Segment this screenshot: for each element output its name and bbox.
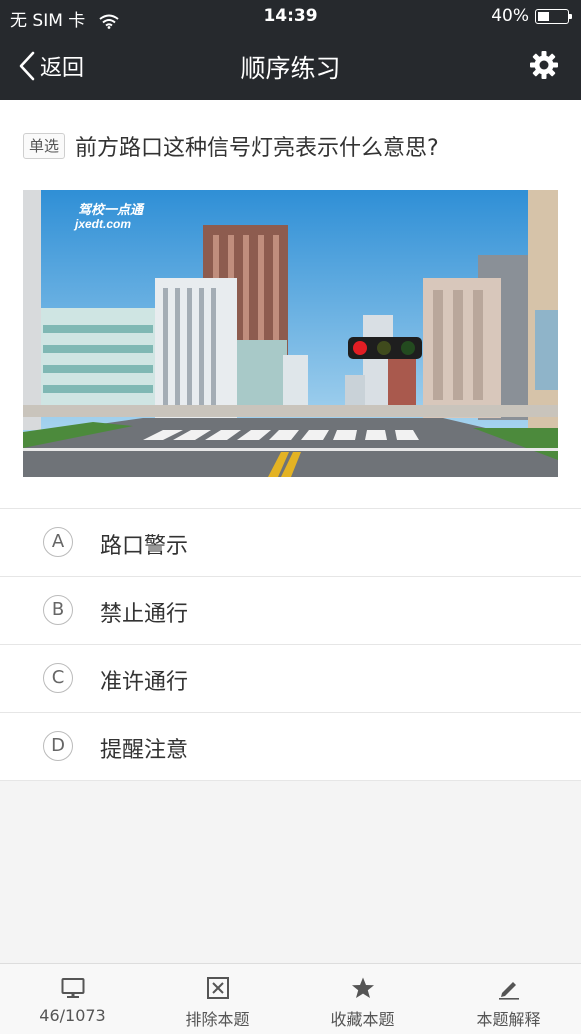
option-text: 提醒注意 (100, 738, 189, 763)
progress-label: 46/1073 (39, 1006, 106, 1025)
battery-fill (538, 11, 549, 21)
option-text: 路口警示 (100, 534, 189, 559)
favorite-label: 收藏本题 (330, 1010, 395, 1029)
nav-bar: 返回 顺序练习 (0, 32, 581, 100)
option-letter: A (43, 527, 73, 557)
option-text: 准许通行 (100, 670, 189, 695)
progress-button[interactable]: 46/1073 (0, 964, 145, 1034)
question-type-tag: 单选 (23, 133, 66, 159)
option-letter: B (43, 595, 73, 625)
question-image: 驾校一点通 jxedt.com (23, 190, 558, 477)
battery-icon (535, 8, 572, 24)
option-b[interactable]: B 禁止通行 (0, 576, 581, 644)
explanation-button[interactable]: 本题解释 (436, 964, 581, 1034)
option-letter: D (43, 731, 73, 761)
option-d[interactable]: D 提醒注意 (0, 712, 581, 781)
monitor-icon (61, 978, 84, 998)
close-box-icon (206, 977, 229, 999)
question-header: 单选 前方路口这种信号灯亮表示什么意思? (23, 130, 561, 162)
question-card: 单选 前方路口这种信号灯亮表示什么意思? 驾校一点通 jxedt.com A 路… (0, 100, 581, 781)
option-a[interactable]: A 路口警示 (0, 508, 581, 576)
star-icon (351, 977, 374, 998)
option-letter: C (43, 663, 73, 693)
watermark-cn: 驾校一点通 (78, 202, 145, 217)
option-text: 禁止通行 (100, 602, 189, 627)
gear-icon[interactable] (529, 50, 559, 80)
pencil-icon (498, 982, 519, 1000)
page-title: 顺序练习 (240, 54, 341, 83)
question-text: 前方路口这种信号灯亮表示什么意思? (75, 136, 439, 161)
watermark-en: jxedt.com (73, 217, 131, 231)
explanation-label: 本题解释 (476, 1010, 541, 1029)
option-c[interactable]: C 准许通行 (0, 644, 581, 712)
answer-options: A 路口警示 B 禁止通行 C 准许通行 D 提醒注意 (0, 508, 581, 781)
favorite-button[interactable]: 收藏本题 (290, 964, 435, 1034)
battery-percent: 40% (491, 6, 529, 26)
status-right: 40% (491, 6, 572, 26)
exclude-question-button[interactable]: 排除本题 (145, 964, 290, 1034)
exclude-label: 排除本题 (185, 1010, 250, 1029)
bottom-toolbar: 46/1073 排除本题 收藏本题 本题解释 (0, 963, 581, 1034)
status-bar: 无 SIM 卡 14:39 40% (0, 0, 581, 32)
